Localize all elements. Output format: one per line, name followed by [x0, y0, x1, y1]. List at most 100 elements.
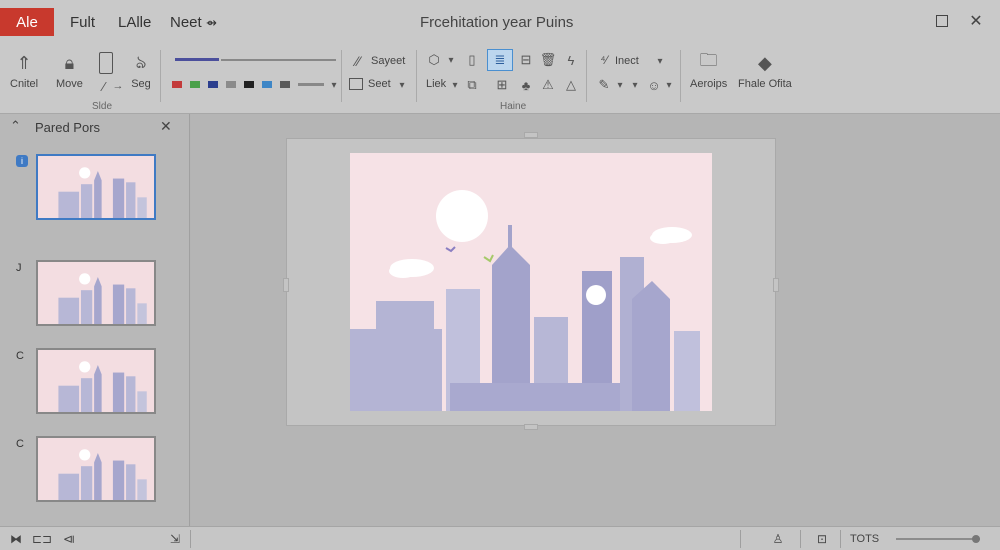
table-icon[interactable]: ⊞ — [492, 77, 512, 93]
swatch-green[interactable] — [190, 81, 200, 88]
maximize-icon — [936, 15, 948, 27]
swatch-navy[interactable] — [208, 81, 218, 88]
folder-icon: 🗀 — [699, 50, 718, 70]
stroke-width-bar[interactable] — [298, 83, 324, 86]
panel-close-icon[interactable]: ✕ — [160, 118, 172, 135]
zoom-slider[interactable] — [896, 535, 980, 543]
select-label[interactable]: Seet — [368, 78, 391, 90]
user-icon[interactable]: ♙ — [770, 531, 786, 547]
insert-label[interactable]: Inect — [615, 55, 639, 67]
control-button[interactable]: ⇑ Cnitel — [10, 52, 38, 91]
slide-thumbnail[interactable] — [36, 154, 156, 220]
notes-icon[interactable]: ⇲ — [167, 531, 183, 547]
ribbon-separator — [680, 50, 681, 102]
comments-icon[interactable]: ⊡ — [814, 531, 830, 547]
chevron-down-icon[interactable]: ▾ — [612, 77, 628, 93]
chevron-down-icon[interactable]: ▾ — [443, 52, 459, 68]
alert-icon[interactable]: △ — [563, 77, 579, 93]
swatch-darkgray[interactable] — [280, 81, 290, 88]
ribbon-separator — [160, 50, 161, 102]
thumbnail-illustration — [58, 361, 147, 412]
slide-thumbnail[interactable] — [36, 260, 156, 326]
app-badge[interactable]: Ale — [0, 8, 54, 36]
home-group-label: Haine — [500, 101, 527, 112]
menu-edit[interactable]: LAlle — [118, 14, 151, 31]
slides-panel: ⌃ Pared Pors ✕ i J C C — [0, 114, 190, 526]
lock-icon: 🔒︎ — [64, 52, 75, 73]
move-button[interactable]: 🔒︎ Move — [56, 52, 83, 91]
ribbon-separator — [586, 50, 587, 102]
normal-view-icon[interactable]: ⧓ — [8, 531, 24, 547]
clipboard-icon[interactable]: ▯ — [464, 52, 480, 68]
menu-file[interactable]: Fult — [70, 14, 95, 31]
layout-icon[interactable] — [349, 78, 363, 90]
move-label: Move — [56, 78, 83, 90]
warning-icon[interactable]: ⚠ — [540, 77, 556, 93]
arrow-up-icon: ⇑ — [16, 52, 32, 73]
seg-button[interactable]: ঌ Seg — [130, 51, 152, 91]
zoom-slider-knob[interactable] — [971, 535, 980, 543]
statusbar-separator — [740, 530, 741, 548]
stroke-active[interactable] — [175, 58, 219, 61]
swatch-blue[interactable] — [262, 81, 272, 88]
chevron-down-icon[interactable]: ▾ — [652, 53, 668, 69]
slide-size-group-label: Slde — [92, 101, 113, 112]
slide-thumbnail[interactable] — [36, 436, 156, 502]
thumbnail-illustration — [58, 167, 147, 218]
seg-label: Seg — [131, 78, 151, 90]
columns-icon[interactable]: ⁴⁄ — [596, 52, 612, 68]
slide-thumbnail[interactable] — [36, 348, 156, 414]
share-office-button[interactable]: ◆ Fhale Ofita — [738, 52, 792, 91]
slide-sorter-icon[interactable]: ⊏⊐ — [32, 531, 52, 547]
slide-number: C — [16, 438, 24, 450]
chevron-down-icon[interactable]: ▾ — [326, 77, 342, 93]
menu-next[interactable]: Neet — [170, 14, 202, 31]
lightning-icon[interactable]: ϟ — [563, 52, 579, 68]
arrow-right-icon[interactable]: → — [110, 78, 126, 94]
copy-icon[interactable]: ⧉ — [464, 77, 480, 93]
share-office-label: Fhale Ofita — [738, 78, 792, 90]
thumbnail-illustration — [58, 273, 147, 324]
chevron-up-icon[interactable]: ⌃ — [10, 118, 21, 134]
editing-canvas[interactable] — [191, 114, 1000, 526]
ribbon: ⇑ Cnitel 🔒︎ Move ∕ → ঌ Seg ▾ Slde ⁄⁄ Say… — [0, 42, 1000, 114]
ribbon-separator — [341, 50, 342, 102]
tag-icon: ◆ — [757, 52, 772, 73]
statusbar-separator — [800, 530, 801, 548]
title-bar: Ale Fult LAlle Neet ⇴ Frcehitation year … — [0, 0, 1000, 42]
reading-view-icon[interactable]: ⧏ — [61, 531, 77, 547]
panel-title: Pared Pors — [35, 120, 101, 135]
puzzle-icon[interactable]: ♣ — [518, 77, 534, 93]
chevron-down-icon[interactable]: ▾ — [447, 77, 463, 93]
stroke-track[interactable] — [221, 59, 336, 61]
chevron-down-icon[interactable]: ▾ — [627, 77, 643, 93]
slide-number: i — [16, 155, 28, 167]
menu-dropdown-icon[interactable]: ⇴ — [206, 15, 217, 31]
brush-icon: ঌ — [135, 51, 147, 72]
swatch-black[interactable] — [244, 81, 254, 88]
slide-content[interactable] — [350, 153, 712, 411]
trash-icon[interactable]: 🗑︎ — [540, 52, 557, 68]
italic-icon[interactable]: ⁄⁄ — [350, 53, 366, 69]
swatch-gray[interactable] — [226, 81, 236, 88]
resize-handle-left[interactable] — [283, 278, 289, 292]
aeroips-button[interactable]: 🗀 Aeroips — [690, 50, 727, 90]
resize-handle-top[interactable] — [524, 132, 538, 138]
layout-label[interactable]: Sayeet — [371, 55, 405, 67]
shape-icon[interactable]: ⬡ — [426, 52, 442, 68]
text-box-icon[interactable]: ⊟ — [518, 52, 534, 68]
swatch-red[interactable] — [172, 81, 182, 88]
draw-pen-icon[interactable]: ✎ — [596, 77, 612, 93]
palette-icon[interactable]: ☺ — [646, 77, 662, 93]
close-icon: ✕ — [969, 13, 983, 30]
status-bar: ⧓ ⊏⊐ ⧏ ⇲ ♙ ⊡ TOTS — [0, 526, 1000, 550]
chevron-down-icon[interactable]: ▾ — [394, 77, 410, 93]
resize-handle-bottom[interactable] — [524, 424, 538, 430]
maximize-button[interactable] — [933, 12, 951, 30]
link-label[interactable]: Liek — [426, 78, 446, 90]
thumbnail-illustration — [58, 449, 147, 500]
resize-handle-right[interactable] — [773, 278, 779, 292]
chevron-down-icon[interactable]: ▾ — [661, 77, 677, 93]
page-icon[interactable] — [99, 52, 113, 74]
close-button[interactable]: ✕ — [967, 12, 985, 30]
